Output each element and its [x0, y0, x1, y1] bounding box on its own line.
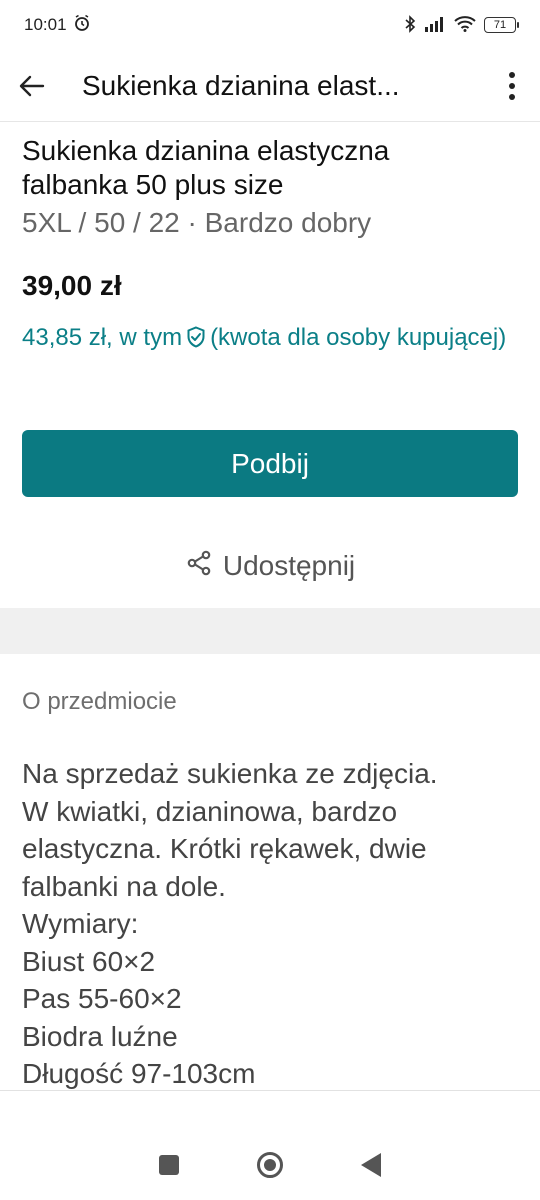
item-title: Sukienka dzianina elastyczna falbanka 50…: [22, 134, 522, 202]
bump-button[interactable]: Podbij: [22, 430, 518, 497]
description-line: Długość 97-103cm: [22, 1058, 256, 1089]
item-description: Na sprzedaż sukienka ze zdjęcia. W kwiat…: [22, 755, 522, 1093]
description-line: Biust 60×2: [22, 945, 156, 977]
status-bar: 10:01 71: [0, 0, 540, 50]
item-details: Sukienka dzianina elastyczna falbanka 50…: [22, 124, 522, 356]
description-line: Na sprzedaż sukienka ze zdjęcia.: [22, 758, 438, 789]
system-nav-bar: [0, 1135, 540, 1195]
description-line: Biodra luźne: [22, 1020, 178, 1052]
share-icon: [185, 549, 213, 584]
description-line: elastyczna. Krótki rękawek, dwie: [22, 833, 427, 864]
alarm-icon: [73, 14, 91, 37]
wifi-icon: [454, 15, 476, 35]
home-icon[interactable]: [257, 1152, 283, 1178]
battery-icon: 71: [484, 17, 519, 33]
back-button[interactable]: [0, 54, 64, 118]
description-line: falbanki na dole.: [22, 870, 226, 902]
item-title-line: Sukienka dzianina elastyczna: [22, 135, 390, 166]
more-options-button[interactable]: [484, 54, 540, 118]
arrow-left-icon: [19, 75, 45, 96]
status-right: 71: [404, 14, 519, 36]
bottom-divider: [0, 1090, 540, 1091]
description-line: Wymiary:: [22, 908, 139, 939]
back-triangle-icon[interactable]: [361, 1153, 381, 1177]
app-bar: Sukienka dzianina elast...: [0, 50, 540, 122]
bluetooth-icon: [404, 14, 416, 36]
item-price: 39,00 zł: [22, 270, 122, 301]
page-title: Sukienka dzianina elast...: [82, 69, 400, 101]
item-title-line: falbanka 50 plus size: [22, 169, 284, 200]
description-line: W kwiatki, dzianinowa, bardzo: [22, 795, 398, 827]
share-button[interactable]: Udostępnij: [0, 540, 540, 592]
more-vertical-icon: [509, 71, 515, 100]
shield-icon: [186, 325, 206, 356]
status-left: 10:01: [24, 14, 91, 37]
item-size-condition: 5XL / 50 / 22 · Bardzo dobry: [22, 207, 372, 238]
share-label: Udostępnij: [222, 550, 356, 581]
description-line: Pas 55-60×2: [22, 983, 182, 1014]
signal-icon: [424, 16, 446, 35]
recents-icon[interactable]: [159, 1155, 179, 1175]
total-price: 43,85 zł, w tym: [22, 324, 183, 351]
about-section-title: O przedmiocie: [22, 688, 177, 715]
total-price-row[interactable]: 43,85 zł, w tym (kwota dla osoby kupując…: [22, 322, 522, 356]
status-time: 10:01: [24, 15, 67, 34]
buyer-protection-label: (kwota dla osoby kupującej): [210, 324, 507, 351]
section-divider: [0, 608, 540, 654]
